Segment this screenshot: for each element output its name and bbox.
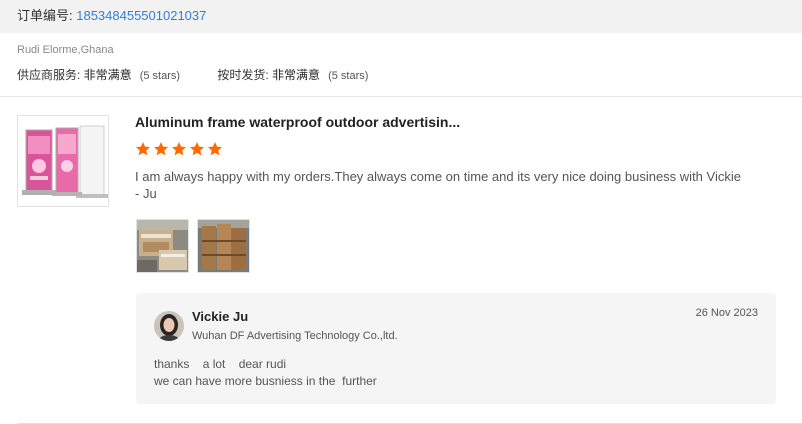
seller-name: Vickie Ju: [192, 309, 249, 324]
seller-reply: Vickie Ju Wuhan DF Advertising Technolog…: [136, 293, 776, 404]
star-rating: [135, 141, 225, 163]
roll-up-banner-stand-image: [18, 116, 108, 206]
order-number-label: 订单编号:: [17, 8, 77, 23]
packed-boxes-photo: [137, 220, 188, 272]
rating-value: 非常满意: [272, 68, 321, 82]
rating-label: 按时发货:: [217, 68, 273, 82]
rating-value: 非常满意: [83, 68, 132, 82]
buyer-name: Rudi Elorme,Ghana: [17, 44, 114, 56]
stacked-cartons-photo: [198, 220, 249, 272]
divider: [0, 96, 802, 97]
seller-avatar: [154, 311, 184, 341]
star-icon: [172, 142, 186, 156]
rating-stars-text: (5 stars): [328, 70, 369, 82]
rating-on-time-delivery: 按时发货: 非常满意 (5 stars): [217, 66, 368, 83]
product-thumbnail[interactable]: [17, 115, 109, 207]
seller-company: Wuhan DF Advertising Technology Co.,ltd.: [192, 330, 398, 342]
rating-supplier-service: 供应商服务: 非常满意 (5 stars): [17, 66, 180, 83]
star-icon: [154, 142, 168, 156]
rating-label: 供应商服务:: [17, 68, 84, 82]
supplier-ratings: 供应商服务: 非常满意 (5 stars) 按时发货: 非常满意 (5 stars): [17, 66, 368, 83]
review-photo[interactable]: [197, 219, 250, 273]
product-title[interactable]: Aluminum frame waterproof outdoor advert…: [135, 114, 460, 130]
order-number-link[interactable]: 185348455501021037: [76, 8, 206, 23]
reply-text: thanks a lot dear rudi we can have more …: [154, 357, 377, 388]
rating-stars-text: (5 stars): [139, 70, 181, 82]
reply-date: 26 Nov 2023: [695, 307, 758, 319]
review-photo[interactable]: [136, 219, 189, 273]
star-icon: [208, 142, 222, 156]
review-text: I am always happy with my orders.They al…: [135, 169, 741, 201]
avatar-icon: [154, 311, 184, 341]
star-icon: [190, 142, 204, 156]
order-info: 订单编号: 185348455501021037: [17, 5, 206, 24]
star-icon: [136, 142, 150, 156]
order-bar: 订单编号: 185348455501021037: [0, 0, 802, 33]
